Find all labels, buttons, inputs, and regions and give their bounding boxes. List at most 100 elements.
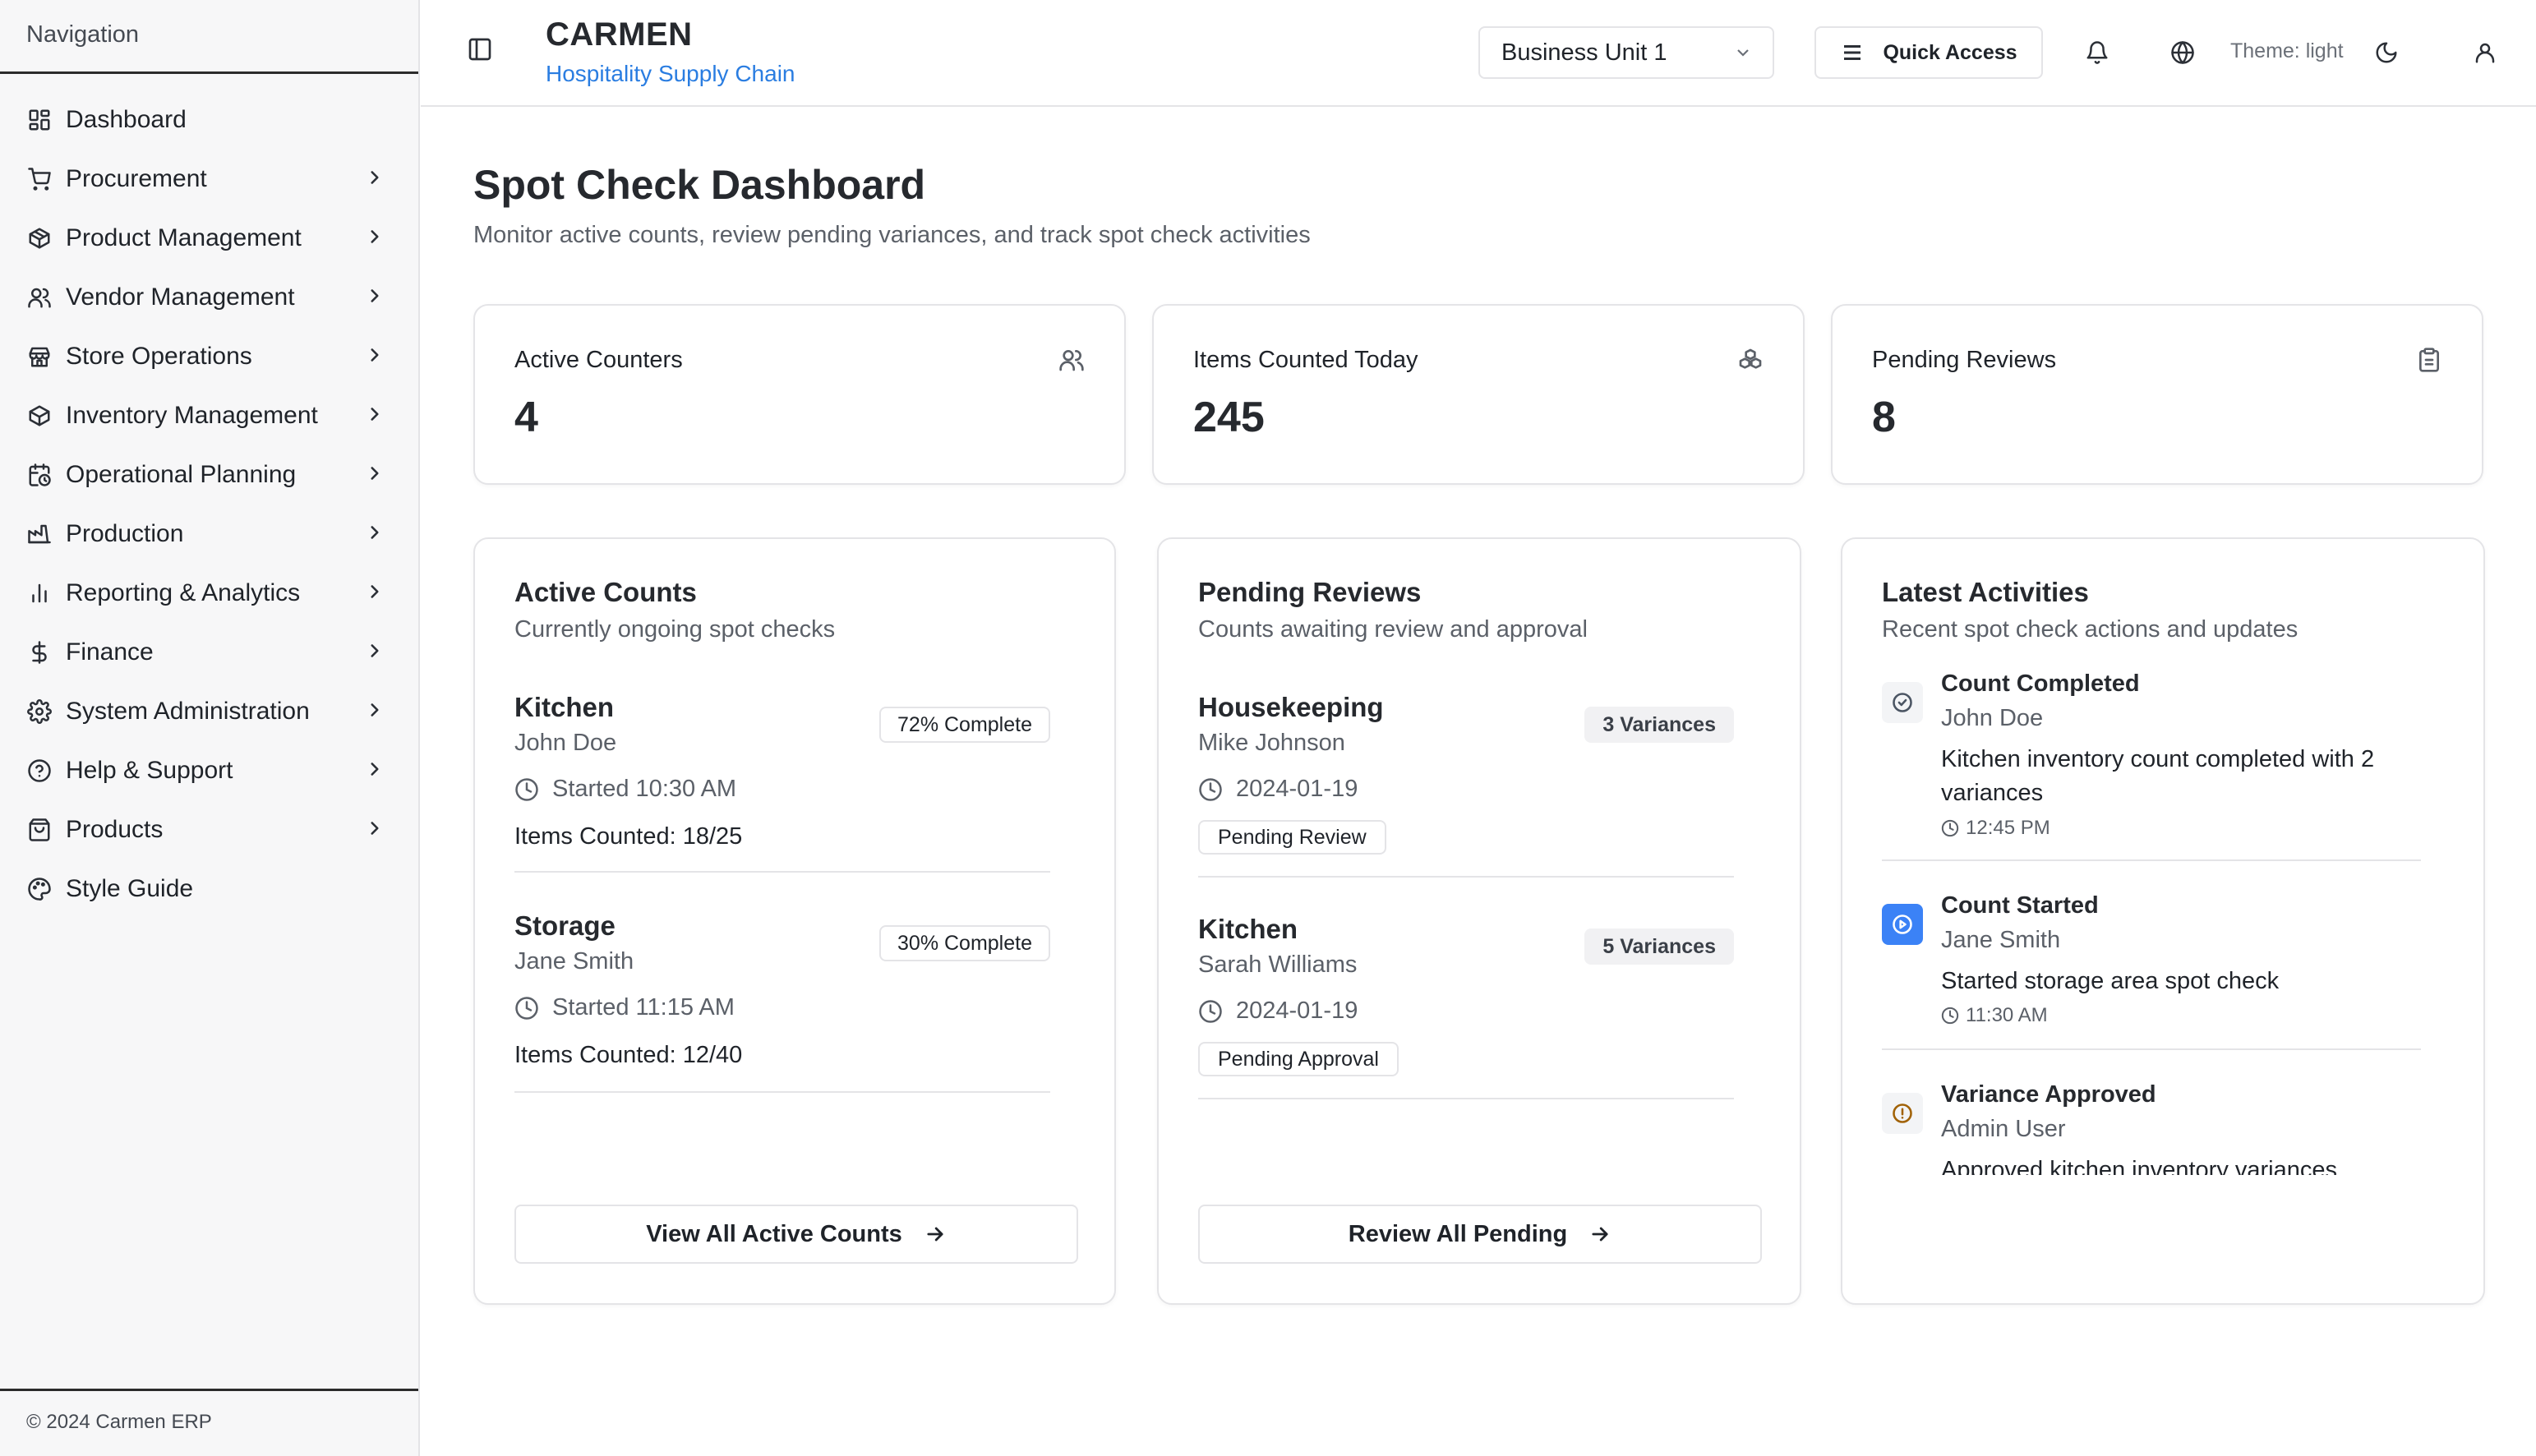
- button-label: View All Active Counts: [646, 1220, 902, 1247]
- clock-icon: [515, 777, 538, 801]
- sidebar-item-vendor-management[interactable]: Vendor Management: [0, 268, 418, 327]
- stat-card-pending-reviews: Pending Reviews 8: [1831, 304, 2483, 485]
- sidebar-item-finance[interactable]: Finance: [0, 623, 418, 682]
- palette-icon: [26, 876, 53, 902]
- activity-user: John Doe: [1941, 705, 2044, 731]
- sidebar-item-style-guide[interactable]: Style Guide: [0, 859, 418, 919]
- panel-title: Pending Reviews: [1198, 577, 1422, 607]
- sidebar-item-product-management[interactable]: Product Management: [0, 209, 418, 268]
- chevron-right-icon: [364, 285, 385, 311]
- chevron-right-icon: [364, 226, 385, 251]
- count-person: Jane Smith: [514, 948, 634, 975]
- sidebar-item-label: Vendor Management: [66, 283, 295, 311]
- page-subtitle: Monitor active counts, review pending va…: [473, 222, 1311, 248]
- active-count-item[interactable]: Kitchen John Doe Started 10:30 AM Items …: [514, 692, 1050, 873]
- sidebar-item-label: System Administration: [66, 698, 310, 725]
- chevron-right-icon: [364, 403, 385, 429]
- business-unit-value: Business Unit 1: [1501, 39, 1667, 66]
- review-person: Mike Johnson: [1198, 730, 1345, 756]
- users-icon: [26, 284, 53, 311]
- activity-time: 12:45 PM: [1941, 817, 2050, 840]
- stat-value: 8: [1872, 394, 1896, 441]
- sidebar-item-help-support[interactable]: Help & Support: [0, 741, 418, 800]
- sidebar-item-label: Style Guide: [66, 875, 194, 902]
- sidebar-item-reporting-analytics[interactable]: Reporting & Analytics: [0, 564, 418, 623]
- count-start-time: Started 11:15 AM: [514, 994, 735, 1021]
- chevron-right-icon: [364, 699, 385, 725]
- sidebar-item-operational-planning[interactable]: Operational Planning: [0, 445, 418, 505]
- activities-scroll-area[interactable]: Count Completed John Doe Kitchen invento…: [1882, 670, 2421, 1311]
- language-button[interactable]: [2166, 36, 2199, 69]
- sidebar-item-products[interactable]: Products: [0, 800, 418, 859]
- chevron-right-icon: [364, 818, 385, 843]
- sidebar-item-dashboard[interactable]: Dashboard: [0, 90, 418, 150]
- activity-title: Variance Approved: [1941, 1081, 2156, 1108]
- sidebar-item-label: Operational Planning: [66, 461, 297, 488]
- variance-badge: 5 Variances: [1584, 928, 1734, 965]
- stat-card-items-counted: Items Counted Today 245: [1152, 304, 1805, 485]
- panel-title: Active Counts: [514, 577, 697, 607]
- theme-toggle-button[interactable]: [2370, 36, 2403, 69]
- sidebar-heading: Navigation: [0, 0, 418, 74]
- activity-item[interactable]: Count Completed John Doe Kitchen invento…: [1882, 670, 2421, 851]
- business-unit-select[interactable]: Business Unit 1: [1478, 26, 1774, 79]
- stat-label: Pending Reviews: [1872, 347, 2057, 373]
- sidebar-item-inventory-management[interactable]: Inventory Management: [0, 386, 418, 445]
- sidebar-item-procurement[interactable]: Procurement: [0, 150, 418, 209]
- pending-review-item[interactable]: Housekeeping Mike Johnson 2024-01-19 Pen…: [1198, 692, 1734, 878]
- activity-time: 11:30 AM: [1941, 1004, 2048, 1027]
- check-circle-icon: [1882, 682, 1923, 723]
- review-all-pending-button[interactable]: Review All Pending: [1198, 1205, 1762, 1264]
- chevron-right-icon: [364, 463, 385, 488]
- moon-icon: [2376, 42, 2397, 63]
- active-count-item[interactable]: Storage Jane Smith Started 11:15 AM Item…: [514, 910, 1050, 1093]
- sidebar-footer: © 2024 Carmen ERP: [0, 1389, 418, 1456]
- chevron-right-icon: [364, 344, 385, 370]
- alert-circle-icon: [1882, 1093, 1923, 1134]
- stat-label: Active Counters: [514, 347, 683, 373]
- view-all-active-counts-button[interactable]: View All Active Counts: [514, 1205, 1078, 1264]
- sidebar-item-store-operations[interactable]: Store Operations: [0, 327, 418, 386]
- calendar-clock-icon: [26, 462, 53, 488]
- notifications-button[interactable]: [2081, 36, 2114, 69]
- sidebar-item-label: Production: [66, 520, 184, 547]
- clock-icon: [1199, 999, 1222, 1023]
- sidebar: Navigation Dashboard Procurement Product…: [0, 0, 420, 1456]
- chevron-right-icon: [364, 758, 385, 784]
- count-location: Storage: [514, 910, 616, 941]
- activity-title: Count Completed: [1941, 670, 2140, 697]
- chevron-down-icon: [1737, 49, 1749, 57]
- panel-subtitle: Currently ongoing spot checks: [514, 616, 836, 643]
- clipboard-icon: [2416, 347, 2444, 375]
- stat-value: 4: [514, 394, 538, 441]
- activity-item[interactable]: Count Started Jane Smith Started storage…: [1882, 892, 2421, 1026]
- brand-title: CARMEN: [546, 16, 693, 53]
- quick-access-button[interactable]: Quick Access: [1814, 26, 2043, 79]
- review-status-badge: Pending Review: [1198, 820, 1386, 855]
- sidebar-item-system-administration[interactable]: System Administration: [0, 682, 418, 741]
- count-start-time: Started 10:30 AM: [514, 776, 736, 803]
- activity-description: Kitchen inventory count completed with 2…: [1941, 746, 2375, 807]
- sidebar-item-label: Procurement: [66, 165, 207, 192]
- activity-item[interactable]: Variance Approved Admin User Approved ki…: [1882, 1081, 2421, 1175]
- progress-badge: 72% Complete: [879, 707, 1050, 743]
- gear-icon: [26, 698, 53, 725]
- latest-activities-panel: Latest Activities Recent spot check acti…: [1841, 537, 2485, 1305]
- clock-icon: [1199, 777, 1222, 801]
- shopping-bag-icon: [26, 817, 53, 843]
- bell-icon: [2086, 41, 2108, 64]
- user-icon: [2475, 43, 2495, 63]
- sidebar-toggle-button[interactable]: [467, 36, 500, 69]
- stat-value: 245: [1193, 394, 1265, 441]
- sidebar-item-label: Dashboard: [66, 106, 187, 133]
- pending-review-item[interactable]: Kitchen Sarah Williams 2024-01-19 Pendin…: [1198, 914, 1734, 1099]
- activity-description: Approved kitchen inventory variances: [1941, 1157, 2337, 1175]
- user-menu-button[interactable]: [2469, 36, 2501, 69]
- activity-divider: [1882, 859, 2421, 861]
- top-header: CARMEN Hospitality Supply Chain Business…: [421, 0, 2536, 107]
- globe-icon: [2171, 41, 2194, 64]
- sidebar-item-production[interactable]: Production: [0, 505, 418, 564]
- chevron-right-icon: [364, 640, 385, 666]
- bar-chart-icon: [26, 580, 53, 606]
- sidebar-item-label: Inventory Management: [66, 402, 318, 429]
